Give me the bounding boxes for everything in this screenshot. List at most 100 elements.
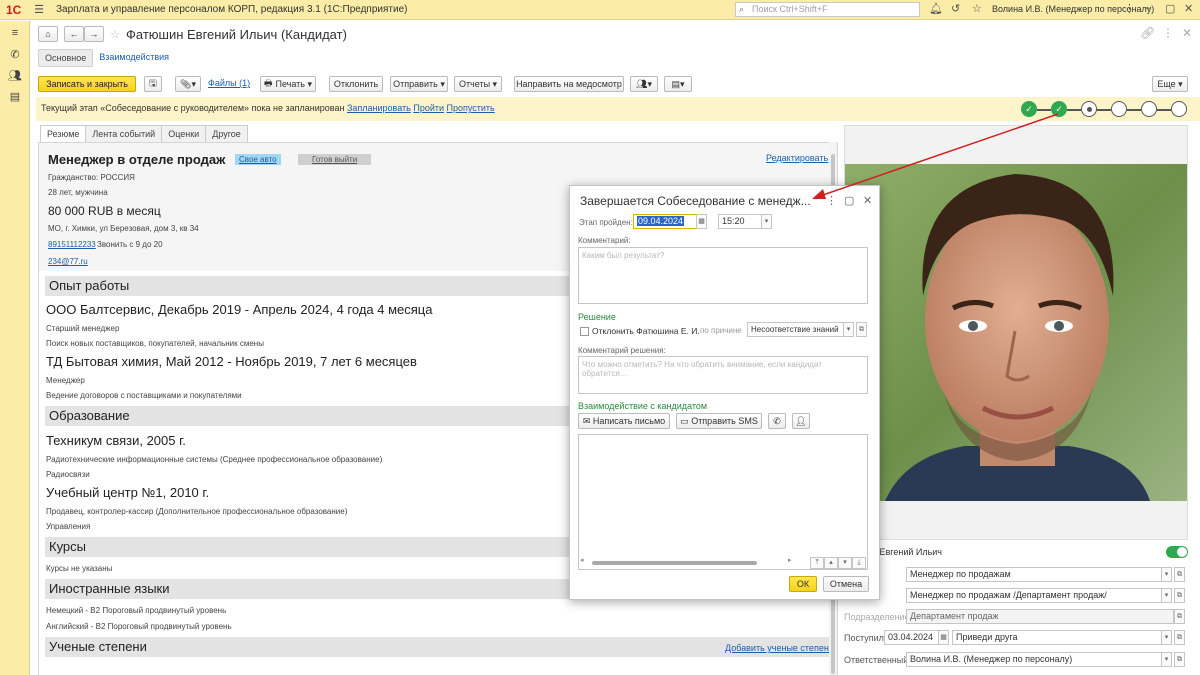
scroll-left-icon[interactable]: ◂ xyxy=(580,556,584,564)
education-title: Учебный центр №1, 2010 г. xyxy=(46,485,210,500)
stage-date-input[interactable]: 09.04.2024 xyxy=(633,214,697,229)
stage-node-pending[interactable] xyxy=(1141,101,1157,117)
files-link[interactable]: Файлы (1) xyxy=(208,78,250,88)
send-button[interactable]: Отправить ▾ xyxy=(390,76,448,92)
calendar-icon[interactable]: ▦ xyxy=(938,630,949,645)
save-and-close-button[interactable]: Записать и закрыть xyxy=(38,76,136,92)
tab-main[interactable]: Основное xyxy=(38,49,94,67)
ok-button[interactable]: ОК xyxy=(789,576,817,592)
badge-ready[interactable]: Готов выйти xyxy=(298,154,372,165)
scroll-right-icon[interactable]: ▸ xyxy=(788,556,792,564)
candidate-photo[interactable] xyxy=(844,125,1188,540)
position-dropdown-icon[interactable]: ▾ xyxy=(1161,567,1172,582)
medical-exam-button[interactable]: Направить на медосмотр xyxy=(514,76,624,92)
phone-icon[interactable]: ✆ xyxy=(9,48,21,61)
reason-open-icon[interactable]: ⧉ xyxy=(856,322,867,337)
active-toggle[interactable] xyxy=(1166,546,1188,558)
stage-node-pending[interactable] xyxy=(1111,101,1127,117)
link-icon[interactable]: 🔗︎ xyxy=(1140,26,1155,40)
dialog-close-icon[interactable]: ✕ xyxy=(863,194,872,207)
menu-icon[interactable]: ☰ xyxy=(32,3,46,17)
global-search-input[interactable]: ⌕ Поиск Ctrl+Shift+F xyxy=(735,2,920,17)
tab-ratings[interactable]: Оценки xyxy=(161,125,207,142)
stage-node-current[interactable] xyxy=(1081,101,1097,117)
department-open-icon[interactable]: ⧉ xyxy=(1174,609,1185,624)
reason-dropdown-icon[interactable]: ▾ xyxy=(843,322,854,337)
users-icon[interactable]: 👥︎ xyxy=(8,69,22,82)
source-dropdown-icon[interactable]: ▾ xyxy=(1161,630,1172,645)
tab-resume[interactable]: Резюме xyxy=(40,125,87,142)
forward-button[interactable]: → xyxy=(84,26,104,42)
stage-time-input[interactable]: 15:20 xyxy=(718,214,762,229)
favorite-star-icon[interactable]: ☆ xyxy=(108,27,122,41)
dialog-more-icon[interactable]: ⋮ xyxy=(826,194,837,207)
joined-date-field[interactable]: 03.04.2024 xyxy=(884,630,940,645)
scroll-bottom-icon[interactable]: ⤓ xyxy=(852,557,866,569)
pass-link[interactable]: Пройти xyxy=(413,103,444,113)
close-window-icon[interactable]: ✕ xyxy=(1184,2,1193,15)
responsible-dropdown-icon[interactable]: ▾ xyxy=(1161,652,1172,667)
phone-link[interactable]: 89151112233 xyxy=(48,240,96,249)
scroll-down-icon[interactable]: ▾ xyxy=(838,557,852,569)
vacancy-dropdown-icon[interactable]: ▾ xyxy=(1161,588,1172,603)
add-degree-link[interactable]: Добавить ученые степени xyxy=(725,643,834,653)
close-form-icon[interactable]: ✕ xyxy=(1182,26,1192,40)
write-letter-button[interactable]: ✉ Написать письмо xyxy=(578,413,670,429)
reject-checkbox[interactable] xyxy=(580,327,589,336)
cancel-button[interactable]: Отмена xyxy=(823,576,869,592)
hscroll-thumb[interactable] xyxy=(592,561,757,565)
users-group-icon[interactable]: 👥︎▾ xyxy=(630,76,658,92)
stage-node-pending[interactable] xyxy=(1171,101,1187,117)
documents-icon[interactable]: ▤ xyxy=(9,90,21,103)
stage-node-done[interactable]: ✓ xyxy=(1051,101,1067,117)
reject-button[interactable]: Отклонить xyxy=(329,76,383,92)
vacancy-open-icon[interactable]: ⧉ xyxy=(1174,588,1185,603)
interaction-hscroll[interactable]: ◂ ▸ xyxy=(578,556,808,567)
settings-menu-icon[interactable]: ⋮ xyxy=(1124,2,1135,15)
maximize-icon[interactable]: ▢ xyxy=(1165,2,1175,15)
history-icon[interactable]: ↺ xyxy=(951,2,960,15)
skip-link[interactable]: Пропустить xyxy=(447,103,495,113)
more-options-icon[interactable]: ⋮ xyxy=(1162,26,1174,40)
plan-link[interactable]: Запланировать xyxy=(347,103,411,113)
source-open-icon[interactable]: ⧉ xyxy=(1174,630,1185,645)
stage-node-done[interactable]: ✓ xyxy=(1021,101,1037,117)
call-icon[interactable]: ✆ xyxy=(768,413,786,429)
responsible-field[interactable]: Волина И.В. (Менеджер по персоналу) xyxy=(906,652,1162,667)
scroll-top-icon[interactable]: ⤒ xyxy=(810,557,824,569)
tab-other[interactable]: Другое xyxy=(205,125,248,142)
tab-events[interactable]: Лента событий xyxy=(85,125,163,142)
sections-menu-icon[interactable]: ≡ xyxy=(9,27,21,39)
edit-link[interactable]: Редактировать xyxy=(766,153,828,163)
candidate-name-field[interactable]: н Евгений Ильич xyxy=(872,546,1160,561)
attach-icon[interactable]: 📎︎▾ xyxy=(175,76,201,92)
interaction-list[interactable] xyxy=(578,434,868,570)
email-link[interactable]: 234@77.ru xyxy=(48,257,88,266)
position-open-icon[interactable]: ⧉ xyxy=(1174,567,1185,582)
reason-field[interactable]: Несоответствие знаний xyxy=(747,322,844,337)
star-icon[interactable]: ☆ xyxy=(972,2,982,15)
more-button[interactable]: Еще ▾ xyxy=(1152,76,1188,92)
stage-time-dropdown-icon[interactable]: ▾ xyxy=(761,214,772,229)
reports-button[interactable]: Отчеты ▾ xyxy=(454,76,502,92)
home-button[interactable]: ⌂ xyxy=(38,26,58,42)
create-based-icon[interactable]: ▤▾ xyxy=(664,76,692,92)
source-field[interactable]: Приведи друга xyxy=(952,630,1162,645)
bell-icon[interactable]: 🔔︎ xyxy=(929,2,943,15)
contact-icon[interactable]: 👤︎ xyxy=(792,413,810,429)
send-sms-button[interactable]: ▭ Отправить SMS xyxy=(676,413,762,429)
minimize-icon[interactable]: – xyxy=(1145,2,1151,14)
decision-comment-textarea[interactable]: Что можно отметить? На что обратить вним… xyxy=(578,356,868,394)
vacancy-field[interactable]: Менеджер по продажам /Департамент продаж… xyxy=(906,588,1162,603)
print-button[interactable]: 🖶︎ Печать ▾ xyxy=(260,76,316,92)
stage-date-calendar-icon[interactable]: ▦ xyxy=(696,214,707,229)
save-icon[interactable]: 🖫︎ xyxy=(144,76,162,92)
scroll-up-icon[interactable]: ▴ xyxy=(824,557,838,569)
dialog-maximize-icon[interactable]: ▢ xyxy=(844,194,854,207)
tab-interactions[interactable]: Взаимодействия xyxy=(93,49,175,67)
position-field[interactable]: Менеджер по продажам xyxy=(906,567,1162,582)
back-button[interactable]: ← xyxy=(64,26,84,42)
badge-own-car[interactable]: Свое авто xyxy=(235,154,281,165)
responsible-open-icon[interactable]: ⧉ xyxy=(1174,652,1185,667)
comment-textarea[interactable]: Каким был результат? xyxy=(578,247,868,304)
